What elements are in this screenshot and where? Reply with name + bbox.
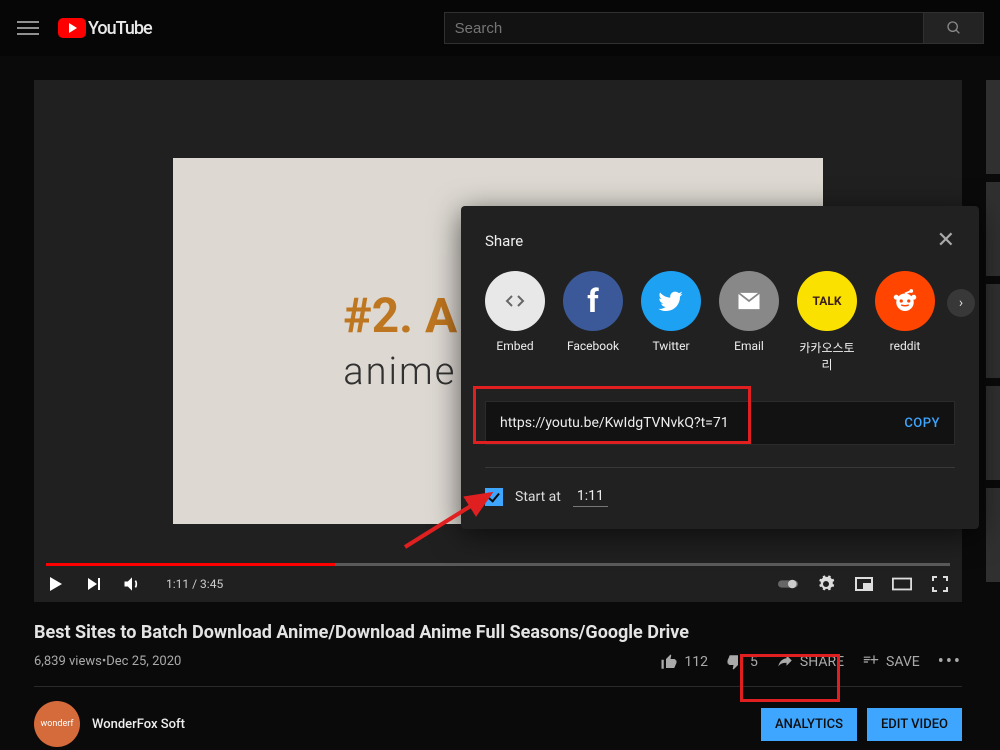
share-target-twitter[interactable]: Twitter xyxy=(641,271,701,353)
volume-button[interactable] xyxy=(122,574,142,594)
share-dialog: Share ✕ Embed f Facebook Twitter Email T… xyxy=(461,206,979,529)
brand-text: YouTube xyxy=(88,18,152,39)
like-button[interactable]: 112 xyxy=(660,653,708,671)
suggested-video[interactable] xyxy=(986,386,1000,480)
edit-video-button[interactable]: EDIT VIDEO xyxy=(867,708,962,741)
share-target-kakao[interactable]: TALK 카카오스토리 xyxy=(797,271,857,373)
publish-date: Dec 25, 2020 xyxy=(106,654,181,669)
suggested-video[interactable] xyxy=(986,80,1000,174)
suggested-video[interactable] xyxy=(986,182,1000,276)
dislike-button[interactable]: 5 xyxy=(726,653,758,671)
share-target-embed[interactable]: Embed xyxy=(485,271,545,353)
search-button[interactable] xyxy=(924,12,984,44)
close-icon[interactable]: ✕ xyxy=(937,228,955,253)
share-dialog-title: Share xyxy=(485,232,523,250)
save-button[interactable]: SAVE xyxy=(862,653,920,671)
share-targets-next[interactable]: › xyxy=(947,289,975,317)
suggested-video[interactable] xyxy=(986,488,1000,582)
more-actions-button[interactable]: ••• xyxy=(938,651,962,672)
share-url[interactable]: https://youtu.be/KwIdgTVNvkQ?t=71 xyxy=(500,415,904,431)
start-at-label: Start at xyxy=(515,489,561,505)
autoplay-toggle[interactable] xyxy=(778,574,798,594)
share-target-reddit[interactable]: reddit xyxy=(875,271,935,353)
share-target-email[interactable]: Email xyxy=(719,271,779,353)
play-button[interactable] xyxy=(46,574,66,594)
video-title: Best Sites to Batch Download Anime/Downl… xyxy=(34,622,962,643)
share-target-facebook[interactable]: f Facebook xyxy=(563,271,623,353)
video-overlay-text-2: anime xyxy=(343,350,456,394)
analytics-button[interactable]: ANALYTICS xyxy=(761,708,857,741)
settings-icon[interactable] xyxy=(816,574,836,594)
view-count: 6,839 views xyxy=(34,654,102,669)
search-input[interactable] xyxy=(444,12,924,44)
time-display: 1:11 / 3:45 xyxy=(166,577,223,591)
start-at-time[interactable]: 1:11 xyxy=(573,486,608,507)
share-button[interactable]: SHARE xyxy=(776,653,844,671)
suggested-video[interactable] xyxy=(986,284,1000,378)
next-button[interactable] xyxy=(84,574,104,594)
start-at-checkbox[interactable] xyxy=(485,488,503,506)
video-overlay-text-1: #2. A xyxy=(343,287,457,344)
channel-avatar[interactable]: wonderf xyxy=(34,701,80,747)
like-count: 112 xyxy=(684,654,708,670)
fullscreen-icon[interactable] xyxy=(930,574,950,594)
youtube-logo[interactable]: YouTube xyxy=(58,18,152,39)
channel-name[interactable]: WonderFox Soft xyxy=(92,717,185,732)
copy-button[interactable]: COPY xyxy=(904,416,940,431)
menu-icon[interactable] xyxy=(16,16,40,40)
miniplayer-icon[interactable] xyxy=(854,574,874,594)
theater-icon[interactable] xyxy=(892,574,912,594)
dislike-count: 5 xyxy=(750,654,758,670)
